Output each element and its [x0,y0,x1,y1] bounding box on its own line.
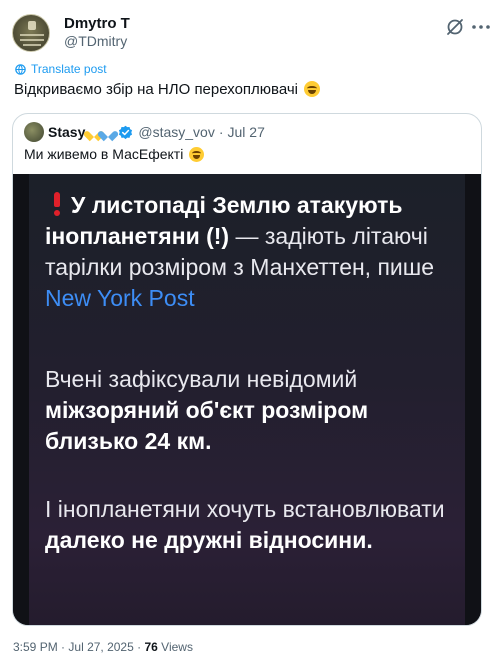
quoted-post-text-content: Ми живемо в МасЕфекті [24,146,184,162]
views-label: Views [161,640,193,654]
quoted-author-name: Stasy [48,124,86,140]
verified-badge-icon [119,125,133,139]
quoted-post-text: Ми живемо в МасЕфекті [24,146,205,162]
views-count: 76 [144,640,158,654]
author-handle[interactable]: @TDmitry [64,33,127,49]
quoted-meta-separator: · [218,124,224,140]
quoted-author-avatar [24,122,44,142]
post-time[interactable]: 3:59 PM [13,640,58,654]
image-paragraph-1: У листопаді Землю атакують інопланетяни … [45,190,465,314]
translate-icon [15,63,26,75]
rofl-emoji-icon [304,81,321,97]
image-p2-plain: Вчені зафіксували невідомий [45,366,358,392]
image-p3-plain: І інопланетяни хочуть встановлювати [45,496,445,522]
quoted-author-handle: @stasy_vov [138,124,215,140]
more-options-button[interactable] [470,16,492,38]
translate-post-link[interactable]: Translate post [14,62,107,76]
image-p3-bold: далеко не дружні відносини. [45,527,373,553]
post-header: Dmytro T @TDmitry [12,12,490,52]
quoted-post-header: Stasy @stasy_vov · Jul 27 [24,122,265,142]
post-footer: 3:59 PM · Jul 27, 2025 · 76 Views [13,640,193,654]
grok-button[interactable] [444,16,466,38]
post-date[interactable]: Jul 27, 2025 [68,640,133,654]
image-p2-bold: міжзоряний об'єкт розміром близько 24 км… [45,397,369,454]
quoted-post-image[interactable]: У листопаді Землю атакують інопланетяни … [13,174,481,625]
image-paragraph-3: І інопланетяни хочуть встановлювати дале… [45,494,465,556]
footer-separator-2: · [137,640,142,654]
grok-icon [447,19,463,35]
image-paragraph-2: Вчені зафіксували невідомий міжзоряний о… [45,364,465,457]
tweet-text: Відкриваємо збір на НЛО перехоплювачі [14,81,321,98]
tweet-text-content: Відкриваємо збір на НЛО перехоплювачі [14,81,299,98]
author-avatar[interactable] [12,14,50,52]
more-icon [472,25,490,29]
avatar-crest-icon [28,21,36,30]
quoted-post-date: Jul 27 [227,124,265,140]
footer-separator: · [61,640,66,654]
quoted-post[interactable]: Stasy @stasy_vov · Jul 27 Ми живемо в Ма… [12,113,482,626]
image-p1-link: New York Post [45,285,195,311]
red-exclamation-icon [53,192,61,216]
tears-of-joy-emoji-icon [189,147,205,162]
blue-heart-icon [102,127,114,138]
translate-label: Translate post [31,62,107,76]
author-name[interactable]: Dmytro T [64,15,130,32]
